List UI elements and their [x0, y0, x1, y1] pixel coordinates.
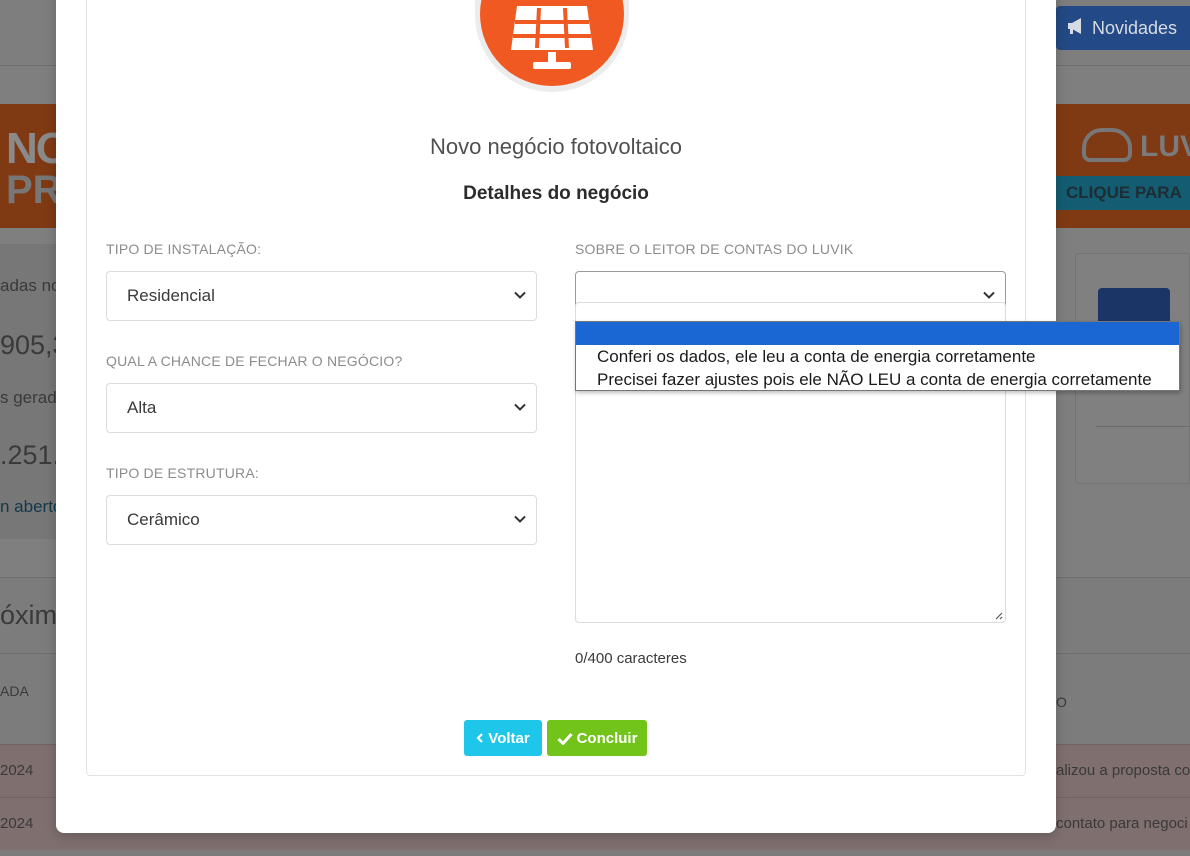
bill-reader-dropdown[interactable]: Conferi os dados, ele leu a conta de ene… [575, 321, 1180, 391]
table-header-cell: ADA [0, 683, 29, 699]
row-date: 2024 [0, 762, 34, 779]
select-value: Cerâmico [127, 510, 200, 529]
resize-handle-icon[interactable] [993, 610, 1003, 620]
back-button[interactable]: Voltar [464, 720, 542, 756]
modal-title: Novo negócio fotovoltaico [430, 134, 682, 159]
finish-button-label: Concluir [576, 729, 638, 747]
structure-type-label: TIPO DE ESTRUTURA: [106, 465, 259, 481]
new-deal-modal: Novo negócio fotovoltaico Detalhes do ne… [56, 0, 1056, 833]
chevron-down-icon [514, 291, 526, 299]
stat-label: s gerad [0, 388, 57, 407]
close-chance-label: QUAL A CHANCE DE FECHAR O NEGÓCIO? [106, 353, 403, 369]
banner-cta: CLIQUE PARA [1056, 176, 1190, 210]
promo-banner-left[interactable]: NO PR [0, 104, 56, 228]
chevron-left-icon [476, 733, 484, 743]
novidades-label: Novidades [1092, 17, 1178, 38]
check-icon [557, 732, 573, 745]
stat-link[interactable]: n aberto [0, 497, 62, 517]
solar-panel-icon [507, 6, 597, 76]
finish-button[interactable]: Concluir [547, 720, 647, 756]
installation-type-select[interactable]: Residencial [106, 271, 537, 321]
banner-text: PR [6, 168, 56, 212]
dropdown-option-read-correctly[interactable]: Conferi os dados, ele leu a conta de ene… [576, 345, 1179, 368]
modal-subtitle: Detalhes do negócio [463, 183, 649, 204]
char-counter: 0/400 caracteres [575, 650, 687, 667]
banner-brand: LUV [1140, 130, 1190, 163]
dropdown-option-needed-adjustments[interactable]: Precisei fazer ajustes pois ele NÃO LEU … [576, 368, 1179, 391]
stat-label: adas no [0, 276, 61, 295]
close-chance-select[interactable]: Alta [106, 383, 537, 433]
banner-text: NO [6, 124, 56, 173]
promo-banner-right[interactable]: LUV CLIQUE PARA [1056, 104, 1190, 228]
row-date: 2024 [0, 815, 34, 832]
row-status: contato para negoci [1056, 815, 1188, 832]
chevron-down-icon [514, 515, 526, 523]
select-value: Residencial [127, 286, 215, 305]
bill-reader-label: SOBRE O LEITOR DE CONTAS DO LUVIK [575, 241, 854, 257]
stat-value: .251. [0, 440, 61, 470]
dropdown-option-empty[interactable] [576, 322, 1179, 345]
chevron-down-icon [983, 291, 995, 299]
cloud-icon [1082, 128, 1132, 162]
row-status: alizou a proposta co [1056, 762, 1190, 779]
installation-type-label: TIPO DE INSTALAÇÃO: [106, 241, 262, 257]
chevron-down-icon [514, 403, 526, 411]
novidades-button[interactable]: Novidades [1056, 6, 1190, 50]
divider [1096, 426, 1190, 427]
megaphone-icon [1066, 17, 1086, 40]
table-header-cell: O [1056, 694, 1067, 710]
structure-type-select[interactable]: Cerâmico [106, 495, 537, 545]
back-button-label: Voltar [488, 729, 530, 747]
select-value: Alta [127, 398, 157, 417]
